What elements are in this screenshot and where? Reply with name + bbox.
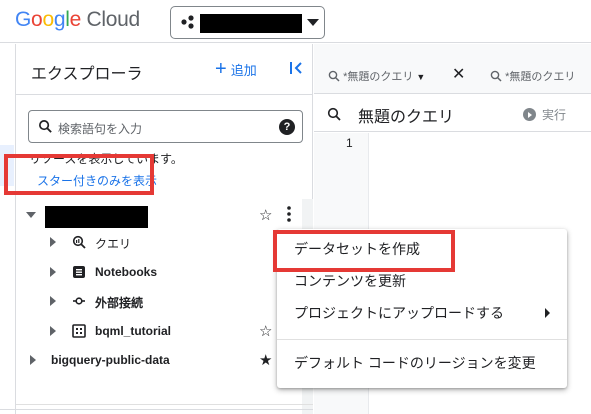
tree-item-label[interactable]: 外部接続 [95, 294, 143, 311]
highlight-box-project [4, 154, 154, 195]
logo-letter: G [15, 8, 32, 31]
project-name-redacted [200, 14, 302, 33]
dataset-icon [72, 324, 86, 338]
expand-toggle-icon[interactable] [50, 296, 56, 306]
menu-item-label: プロジェクトにアップロードする [294, 305, 504, 321]
search-placeholder: 検索語句を入力 [58, 122, 143, 136]
menu-item-change-region[interactable]: デフォルト コードのリージョンを変更 [277, 347, 567, 379]
explorer-panel: エクスプローラ + 追加 検索語句を入力 ? リソースを表示しています。 スター… [16, 44, 313, 414]
logo-letter: g [53, 8, 66, 31]
expand-toggle-icon[interactable] [50, 326, 56, 336]
tab-label: *無題のクエリ [505, 71, 576, 83]
expand-toggle-icon[interactable] [50, 267, 56, 277]
divider [16, 94, 313, 95]
top-bar: Google Cloud [0, 0, 591, 43]
query-icon [328, 70, 340, 82]
add-button[interactable]: + 追加 [215, 58, 257, 80]
tab-label: *無題のクエリ [343, 71, 414, 83]
star-outline-icon[interactable]: ☆ [259, 322, 272, 340]
left-rail [0, 44, 16, 414]
plus-icon: + [215, 58, 227, 80]
logo-letter: o [31, 8, 43, 31]
collapse-panel-icon[interactable] [288, 60, 304, 76]
divider [16, 404, 313, 405]
expand-toggle-icon[interactable] [26, 212, 36, 218]
logo-letter: e [69, 8, 82, 31]
expand-toggle-icon[interactable] [50, 237, 56, 247]
close-icon[interactable]: ✕ [452, 64, 465, 84]
highlight-box-create-dataset [273, 230, 455, 272]
search-icon [39, 120, 52, 133]
tree-item-label[interactable]: Notebooks [95, 265, 157, 279]
search-input[interactable]: 検索語句を入力 ? [28, 110, 303, 143]
help-icon[interactable]: ? [279, 119, 295, 135]
divider [0, 409, 313, 410]
query-icon [327, 107, 341, 121]
run-icon[interactable] [523, 108, 536, 121]
notebook-icon [73, 266, 85, 278]
google-cloud-logo[interactable]: Google Cloud [15, 8, 140, 32]
project-node-redacted[interactable] [45, 206, 148, 228]
caret-down-icon[interactable]: ▼ [416, 72, 425, 82]
star-outline-icon[interactable]: ☆ [259, 206, 272, 224]
menu-item-upload-to-project[interactable]: プロジェクトにアップロードする [277, 297, 567, 329]
caret-down-icon [307, 19, 319, 26]
query-icon [490, 70, 502, 82]
query-title: 無題のクエリ [358, 109, 455, 126]
run-button[interactable]: 実行 [542, 106, 566, 123]
public-project-label[interactable]: bigquery-public-data [51, 353, 170, 367]
connection-icon [73, 297, 85, 305]
project-icon [181, 15, 194, 29]
line-number: 1 [346, 136, 353, 150]
project-picker[interactable] [170, 6, 325, 39]
add-label: 追加 [230, 62, 257, 78]
tab-untitled-query-1[interactable]: *無題のクエリ ▼ [328, 68, 425, 84]
star-filled-icon[interactable]: ★ [259, 351, 272, 369]
logo-letter: o [42, 8, 54, 31]
query-tabs-bar: *無題のクエリ ▼ ✕ *無題のクエリ [314, 44, 591, 94]
submenu-arrow-icon [545, 308, 550, 318]
tab-untitled-query-2[interactable]: *無題のクエリ [490, 68, 575, 84]
tree-item-label[interactable]: クエリ [95, 235, 131, 252]
expand-toggle-icon[interactable] [30, 355, 36, 365]
query-header: 無題のクエリ 実行 [314, 95, 591, 132]
query-icon [72, 235, 86, 249]
explorer-title: エクスプローラ [31, 66, 143, 83]
tree-item-label[interactable]: bqml_tutorial [95, 324, 171, 338]
menu-divider [277, 339, 567, 340]
more-vert-icon[interactable] [286, 205, 292, 223]
